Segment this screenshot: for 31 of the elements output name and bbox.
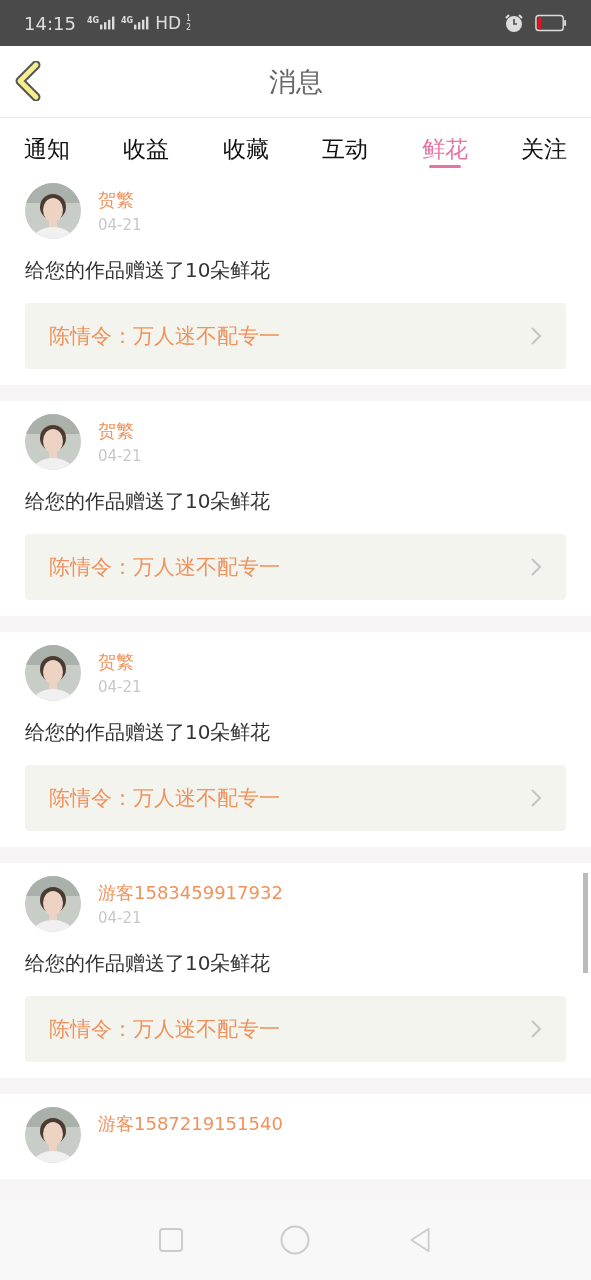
signal-icon <box>134 16 151 30</box>
battery-icon <box>535 14 567 32</box>
tab[interactable]: 关注 <box>508 118 579 170</box>
hd-label: HD <box>155 13 182 33</box>
chevron-icon <box>530 1019 542 1039</box>
message-text: 给您的作品赠送了10朵鲜花 <box>25 488 272 515</box>
sender-name: 游客1583459917932 <box>98 881 283 905</box>
chevron-icon <box>530 788 542 808</box>
message-text: 给您的作品赠送了10朵鲜花 <box>25 950 272 977</box>
sender-name: 游客1587219151540 <box>98 1112 283 1136</box>
sim-number: 2 <box>186 23 192 32</box>
message-text: 给您的作品赠送了10朵鲜花 <box>25 257 272 284</box>
alarm-icon <box>504 13 524 33</box>
sender-name: 贺繁 <box>98 419 135 443</box>
signal-icon <box>100 16 116 30</box>
home-icon[interactable] <box>280 1225 311 1255</box>
network-label: 4G <box>121 16 134 25</box>
chevron-icon <box>530 326 542 346</box>
network-label: 4G <box>86 16 99 25</box>
tab[interactable]: 收藏 <box>210 118 281 170</box>
tab[interactable]: 互动 <box>310 118 381 170</box>
page-title: 消息 <box>268 64 323 99</box>
sender-name: 贺繁 <box>98 650 135 674</box>
message-text: 给您的作品赠送了10朵鲜花 <box>25 719 272 746</box>
tab[interactable]: 收益 <box>111 118 182 170</box>
chevron-icon <box>530 557 542 577</box>
sender-name: 贺繁 <box>98 188 135 212</box>
clock-time: 14:15 <box>24 12 76 34</box>
recent-apps-icon[interactable] <box>158 1227 185 1253</box>
sim-number: 1 <box>186 14 192 23</box>
tab[interactable]: 通知 <box>12 118 82 170</box>
